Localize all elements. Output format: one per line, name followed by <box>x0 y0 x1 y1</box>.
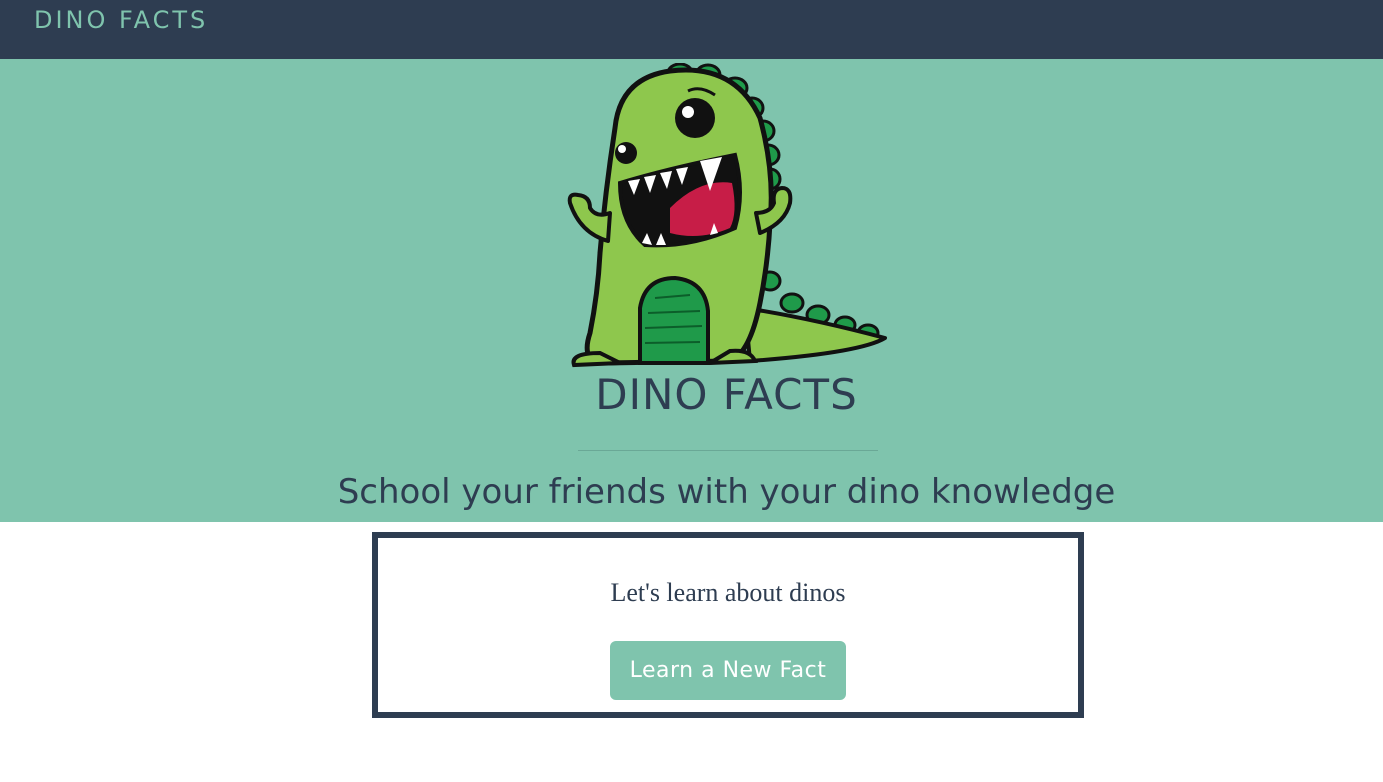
navbar: DINO FACTS <box>0 0 1383 59</box>
page-title: DINO FACTS <box>595 370 858 419</box>
divider <box>578 450 878 451</box>
learn-new-fact-button[interactable]: Learn a New Fact <box>610 641 846 700</box>
dinosaur-icon <box>567 63 887 368</box>
fact-text: Let's learn about dinos <box>610 578 846 607</box>
hero-tagline: School your friends with your dino knowl… <box>337 472 1116 512</box>
fact-card: Let's learn about dinos Learn a New Fact <box>372 532 1084 718</box>
navbar-brand-link[interactable]: DINO FACTS <box>34 6 208 34</box>
